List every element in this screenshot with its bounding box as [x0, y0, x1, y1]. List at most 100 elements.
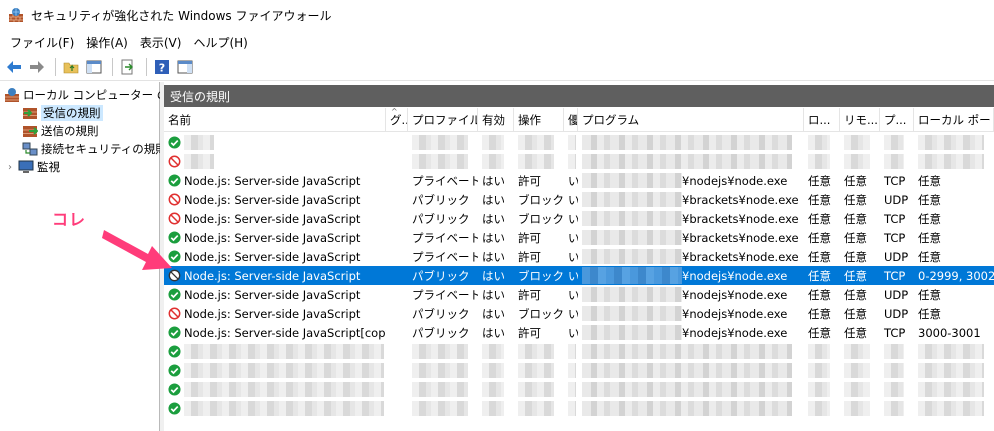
menu-file[interactable]: ファイル(F) — [4, 34, 80, 51]
cell-enabled — [478, 133, 514, 152]
back-button[interactable] — [4, 57, 24, 77]
block-prohibited-icon — [168, 155, 181, 168]
cell-remote-address — [840, 133, 880, 152]
cell-override: い — [568, 268, 578, 283]
cell-enabled: はい — [482, 173, 505, 188]
redacted-block — [518, 344, 554, 359]
cell-program: ¥nodejs¥node.exe — [578, 285, 804, 304]
cell-group — [386, 342, 408, 361]
redacted-block — [582, 230, 682, 245]
cell-program: ¥nodejs¥node.exe — [578, 266, 804, 285]
column-local-address-header[interactable]: ロ... — [804, 108, 840, 132]
table-row[interactable]: Node.js: Server-side JavaScript[copy] パブリ… — [164, 323, 994, 342]
column-group-header[interactable]: ^グ... — [386, 108, 408, 132]
redacted-block — [184, 135, 214, 150]
menu-view[interactable]: 表示(V) — [134, 34, 188, 51]
allow-check-icon — [168, 364, 181, 377]
cell-protocol — [880, 399, 914, 418]
table-row[interactable]: Node.js: Server-side JavaScript パブリック はい ブロ… — [164, 190, 994, 209]
cell-local-address: 任意 — [808, 287, 831, 302]
column-profile-header[interactable]: プロファイル — [408, 108, 478, 132]
column-override-header[interactable]: 優 — [564, 108, 578, 132]
cell-remote-address — [840, 152, 880, 171]
cell-group — [386, 228, 408, 247]
column-action-header[interactable]: 操作 — [514, 108, 564, 132]
pane-title: 受信の規則 — [170, 89, 231, 104]
cell-profile: パブリック — [412, 192, 470, 207]
forward-arrow-icon — [30, 61, 44, 73]
cell-program — [578, 380, 804, 399]
annotation-arrow-icon — [102, 230, 172, 270]
column-program-header[interactable]: プログラム — [578, 108, 804, 132]
title-bar: セキュリティが強化された Windows ファイアウォール — [0, 0, 994, 30]
cell-remote-address — [840, 342, 880, 361]
table-row[interactable] — [164, 380, 994, 399]
tree-item-outbound-rules[interactable]: 送信の規則 — [22, 122, 99, 140]
cell-program: ¥brackets¥node.exe — [578, 228, 804, 247]
column-enabled-header[interactable]: 有効 — [478, 108, 514, 132]
tree-item-monitoring[interactable]: › 監視 — [8, 158, 60, 176]
table-row[interactable]: Node.js: Server-side JavaScript プライベート はい許… — [164, 171, 994, 190]
cell-override: い — [568, 325, 578, 340]
cell-protocol: TCP — [884, 230, 906, 245]
table-row[interactable]: Node.js: Server-side JavaScript プライベート はい許… — [164, 285, 994, 304]
redacted-block — [518, 363, 554, 378]
cell-enabled: はい — [482, 306, 505, 321]
cell-local-port: 任意 — [918, 249, 941, 264]
cell-action: 許可 — [518, 325, 541, 340]
show-hide-tree-button[interactable] — [84, 57, 104, 77]
rule-name: Node.js: Server-side JavaScript — [184, 230, 361, 245]
svg-text:?: ? — [159, 62, 165, 75]
table-row[interactable]: Node.js: Server-side JavaScript プライベート はい許… — [164, 247, 994, 266]
cell-local-address: 任意 — [808, 173, 831, 188]
table-row[interactable] — [164, 399, 994, 418]
cell-group — [386, 171, 408, 190]
table-row[interactable]: Node.js: Server-side JavaScript パブリック はい ブロ… — [164, 304, 994, 323]
column-remote-address-header[interactable]: リモ... — [840, 108, 880, 132]
redacted-block — [412, 344, 468, 359]
rule-name: Node.js: Server-side JavaScript — [184, 211, 361, 226]
redacted-block — [482, 401, 504, 416]
table-row[interactable] — [164, 361, 994, 380]
cell-local-address — [804, 380, 840, 399]
rule-name: Node.js: Server-side JavaScript — [184, 173, 361, 188]
cell-name: Node.js: Server-side JavaScript — [164, 285, 386, 304]
cell-name: Node.js: Server-side JavaScript — [164, 228, 386, 247]
cell-local-address: 任意 — [808, 268, 831, 283]
table-row[interactable] — [164, 152, 994, 171]
connection-security-icon — [22, 142, 38, 156]
inbound-rules-icon — [23, 108, 37, 119]
column-protocol-header[interactable]: プ... — [880, 108, 914, 132]
cell-program — [578, 133, 804, 152]
cell-local-address — [804, 361, 840, 380]
tree-item-connection-security-rules[interactable]: 接続セキュリティの規則 — [22, 140, 167, 158]
cell-group — [386, 152, 408, 171]
menu-action[interactable]: 操作(A) — [80, 34, 134, 51]
help-button[interactable]: ? — [152, 57, 172, 77]
redacted-block — [184, 344, 384, 359]
chevron-right-icon[interactable]: › — [8, 162, 18, 173]
cell-local-address: 任意 — [808, 192, 831, 207]
redacted-block — [184, 401, 384, 416]
redacted-block — [482, 382, 504, 397]
table-row[interactable]: Node.js: Server-side JavaScript パブリック はい ブロ… — [164, 209, 994, 228]
column-header-row: 名前^グ...プロファイル有効操作優プログラムロ...リモ...プ...ローカル… — [164, 108, 994, 132]
cell-group — [386, 323, 408, 342]
table-row[interactable]: Node.js: Server-side JavaScript プライベート はい許… — [164, 228, 994, 247]
table-row[interactable] — [164, 342, 994, 361]
table-row[interactable] — [164, 133, 994, 152]
cell-local-port: 任意 — [918, 306, 941, 321]
column-local-port-header[interactable]: ローカル ポート — [914, 108, 994, 132]
column-name-header[interactable]: 名前 — [164, 108, 386, 132]
cell-group — [386, 304, 408, 323]
forward-button[interactable] — [27, 57, 47, 77]
menu-help[interactable]: ヘルプ(H) — [187, 34, 253, 51]
redacted-block — [568, 154, 576, 169]
cell-profile — [408, 342, 478, 361]
table-row[interactable]: Node.js: Server-side JavaScript パブリック はい ブロ… — [164, 266, 994, 285]
export-button[interactable] — [118, 57, 138, 77]
up-folder-button[interactable] — [61, 57, 81, 77]
program-path: ¥brackets¥node.exe — [682, 230, 799, 245]
show-action-pane-button[interactable] — [175, 57, 195, 77]
tree-item-inbound-rules[interactable]: 受信の規則 — [22, 104, 103, 122]
